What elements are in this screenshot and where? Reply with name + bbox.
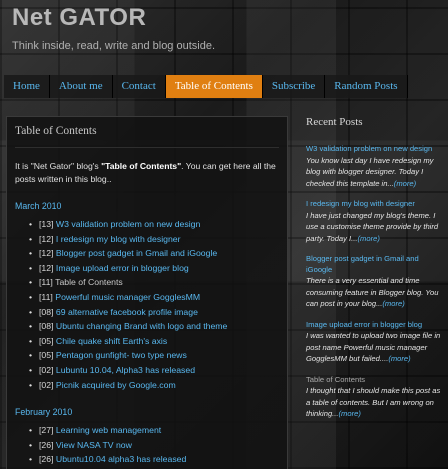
- main-nav: Home About me Contact Table of Contents …: [4, 75, 408, 98]
- nav-table-of-contents[interactable]: Table of Contents: [165, 75, 263, 98]
- recent-post-excerpt: You know last day I have redesign my blo…: [306, 155, 446, 190]
- toc-item-link[interactable]: View NASA TV now: [56, 440, 132, 450]
- recent-post-more-link[interactable]: (more): [358, 234, 380, 243]
- toc-item: [26] View NASA TV now: [29, 438, 279, 453]
- post-container: Table of Contents It is "Net Gator" blog…: [6, 116, 288, 469]
- recent-post-excerpt: There is a very essential and time consu…: [306, 275, 446, 310]
- toc-item-date: [08]: [39, 306, 54, 317]
- nav-about-me[interactable]: About me: [49, 75, 113, 98]
- recent-posts-title: Recent Posts: [306, 116, 363, 128]
- toc-item-link[interactable]: Ubuntu10.04 alpha3 has released: [56, 454, 186, 464]
- intro-bold: "Table of Contents": [101, 161, 182, 171]
- toc-item-link[interactable]: 69 alternative facebook profile image: [56, 307, 198, 317]
- toc-item-link[interactable]: Blogger post gadget in Gmail and iGoogle: [56, 248, 217, 258]
- recent-post: Table of Contents I thought that I shoul…: [306, 375, 446, 420]
- toc-item-link[interactable]: Pentagon gunfight- two type news: [56, 350, 187, 360]
- toc-item-date: [13]: [39, 219, 54, 229]
- nav-home[interactable]: Home: [4, 75, 50, 98]
- recent-post-title[interactable]: W3 validation problem on new design: [306, 144, 446, 155]
- toc-item-link[interactable]: Image upload error in blogger blog: [56, 263, 189, 273]
- toc-item-date: [05]: [39, 335, 54, 346]
- toc-item-date: [02]: [39, 379, 54, 390]
- toc-item-link[interactable]: I redesign my blog with designer: [56, 234, 181, 244]
- toc-item-date: [08]: [39, 321, 54, 332]
- recent-post-more-link[interactable]: (more): [394, 179, 416, 188]
- toc-list-february-2010: [27] Learning web management [26] View N…: [29, 423, 279, 467]
- toc-item: [12] Blogger post gadget in Gmail and iG…: [29, 246, 279, 261]
- toc-item-date: [05]: [39, 350, 54, 361]
- toc-item-link[interactable]: Ubuntu changing Brand with logo and them…: [56, 321, 227, 331]
- toc-item-link[interactable]: Picnik acquired by Google.com: [56, 380, 176, 390]
- nav-subscribe[interactable]: Subscribe: [262, 75, 326, 98]
- recent-post-excerpt: I thought that I should make this post a…: [306, 385, 446, 420]
- blog-header: Net GATOR Think inside, read, write and …: [12, 4, 215, 52]
- month-heading: February 2010: [15, 407, 73, 418]
- toc-item: [11] Powerful music manager GogglesMM: [29, 290, 279, 305]
- recent-post-excerpt-text: I thought that I should make this post a…: [306, 386, 441, 418]
- toc-item-link[interactable]: Lubuntu 10.04, Alpha3 has released: [56, 365, 195, 375]
- nav-random-posts[interactable]: Random Posts: [325, 75, 408, 98]
- toc-item-date: [12]: [39, 248, 54, 259]
- recent-post-title[interactable]: Table of Contents: [306, 375, 446, 386]
- recent-post-title[interactable]: Blogger post gadget in Gmail and iGoogle: [306, 254, 446, 275]
- toc-item: [11] Table of Contents: [29, 275, 279, 290]
- toc-item-date: [11]: [39, 291, 53, 302]
- recent-post-title[interactable]: I redesign my blog with designer: [306, 199, 446, 210]
- toc-item-date: [12]: [39, 262, 54, 273]
- recent-post-excerpt-text: There is a very essential and time consu…: [306, 276, 439, 308]
- toc-item-date: [27]: [39, 425, 54, 436]
- toc-item-current: Table of Contents: [55, 277, 123, 288]
- toc-item-date: [12]: [39, 233, 54, 244]
- recent-post: W3 validation problem on new design You …: [306, 144, 446, 189]
- toc-item: [05] Pentagon gunfight- two type news: [29, 348, 279, 363]
- toc-item: [02] Lubuntu 10.04, Alpha3 has released: [29, 363, 279, 378]
- toc-item-date: [26]: [39, 454, 54, 465]
- recent-post: Image upload error in blogger blog I was…: [306, 320, 446, 365]
- site-title[interactable]: Net GATOR: [12, 4, 215, 32]
- nav-contact[interactable]: Contact: [112, 75, 166, 98]
- toc-item: [26] Ubuntu10.04 alpha3 has released: [29, 452, 279, 467]
- toc-item-link[interactable]: Chile quake shift Earth's axis: [56, 336, 167, 346]
- recent-post: I redesign my blog with designer I have …: [306, 199, 446, 244]
- toc-item-date: [02]: [39, 364, 54, 375]
- toc-item: [13] W3 validation problem on new design: [29, 217, 279, 232]
- toc-item: [08] Ubuntu changing Brand with logo and…: [29, 319, 279, 334]
- toc-item: [27] Learning web management: [29, 423, 279, 438]
- recent-post: Blogger post gadget in Gmail and iGoogle…: [306, 254, 446, 310]
- recent-post-more-link[interactable]: (more): [388, 354, 410, 363]
- toc-item-link[interactable]: Learning web management: [56, 425, 161, 435]
- toc-item: [12] Image upload error in blogger blog: [29, 261, 279, 276]
- toc-item-date: [11]: [39, 277, 53, 288]
- recent-post-more-link[interactable]: (more): [382, 299, 404, 308]
- recent-post-excerpt: I was wanted to upload two image file in…: [306, 330, 446, 365]
- toc-item: [05] Chile quake shift Earth's axis: [29, 334, 279, 349]
- toc-item-link[interactable]: Powerful music manager GogglesMM: [55, 292, 200, 302]
- toc-item: [08] 69 alternative facebook profile ima…: [29, 305, 279, 320]
- recent-post-excerpt: I have just changed my blog's theme. I u…: [306, 210, 446, 245]
- toc-item: [12] I redesign my blog with designer: [29, 232, 279, 247]
- recent-post-title[interactable]: Image upload error in blogger blog: [306, 320, 446, 331]
- sidebar: Recent Posts W3 validation problem on ne…: [306, 116, 446, 430]
- site-tagline: Think inside, read, write and blog outsi…: [12, 40, 216, 52]
- post-title: Table of Contents: [15, 125, 279, 148]
- toc-list-march-2010: [13] W3 validation problem on new design…: [29, 217, 279, 392]
- recent-post-excerpt-text: I was wanted to upload two image file in…: [306, 331, 441, 363]
- toc-item-date: [26]: [39, 439, 54, 450]
- toc-item: [02] Picnik acquired by Google.com: [29, 378, 279, 393]
- post-intro: It is "Net Gator" blog's "Table of Conte…: [15, 160, 279, 186]
- toc-item-link[interactable]: W3 validation problem on new design: [56, 219, 200, 229]
- recent-post-more-link[interactable]: (more): [339, 409, 361, 418]
- intro-text-start: It is "Net Gator" blog's: [15, 161, 102, 171]
- month-heading: March 2010: [15, 201, 62, 211]
